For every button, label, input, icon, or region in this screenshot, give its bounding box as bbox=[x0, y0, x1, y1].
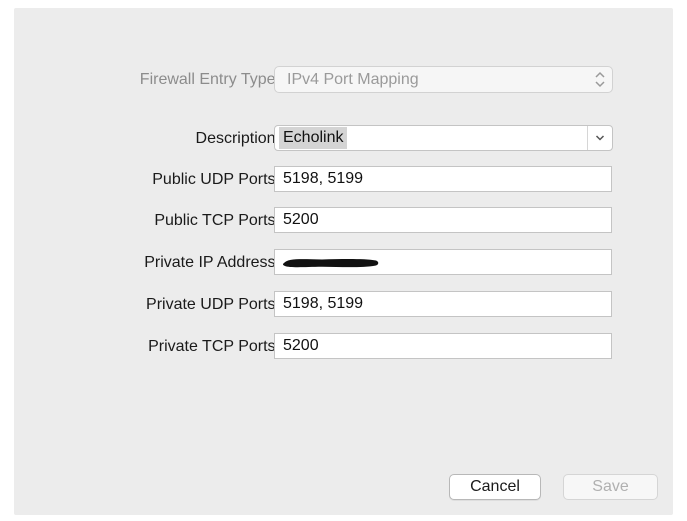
entry-type-value: IPv4 Port Mapping bbox=[287, 71, 419, 88]
description-row: Description: Echolink bbox=[14, 125, 673, 153]
entry-type-row: Firewall Entry Type: IPv4 Port Mapping bbox=[14, 66, 673, 94]
chevron-down-icon[interactable] bbox=[595, 134, 605, 142]
public-tcp-input[interactable] bbox=[274, 207, 612, 233]
private-ip-label: Private IP Address: bbox=[144, 254, 280, 271]
public-tcp-label: Public TCP Ports: bbox=[154, 212, 280, 229]
private-udp-label: Private UDP Ports: bbox=[146, 296, 280, 313]
redaction-mark bbox=[282, 259, 379, 268]
public-udp-label: Public UDP Ports: bbox=[152, 171, 280, 188]
public-udp-row: Public UDP Ports: bbox=[14, 166, 673, 194]
entry-type-label: Firewall Entry Type: bbox=[139, 71, 280, 88]
save-button[interactable]: Save bbox=[563, 474, 658, 500]
private-tcp-row: Private TCP Ports: bbox=[14, 333, 673, 361]
entry-type-popup[interactable]: IPv4 Port Mapping bbox=[274, 66, 613, 93]
description-combo[interactable]: Echolink bbox=[274, 125, 613, 151]
description-value[interactable]: Echolink bbox=[279, 127, 348, 149]
private-udp-row: Private UDP Ports: bbox=[14, 291, 673, 319]
cancel-button[interactable]: Cancel bbox=[449, 474, 541, 500]
firewall-entry-dialog: Firewall Entry Type: IPv4 Port Mapping D… bbox=[14, 8, 673, 515]
public-tcp-row: Public TCP Ports: bbox=[14, 207, 673, 235]
description-label: Description: bbox=[195, 130, 280, 147]
private-ip-row: Private IP Address: bbox=[14, 249, 673, 277]
private-tcp-label: Private TCP Ports: bbox=[148, 338, 280, 355]
public-udp-input[interactable] bbox=[274, 166, 612, 192]
up-down-chevron-icon bbox=[595, 71, 605, 88]
private-udp-input[interactable] bbox=[274, 291, 612, 317]
combo-divider bbox=[587, 126, 588, 150]
private-tcp-input[interactable] bbox=[274, 333, 612, 359]
